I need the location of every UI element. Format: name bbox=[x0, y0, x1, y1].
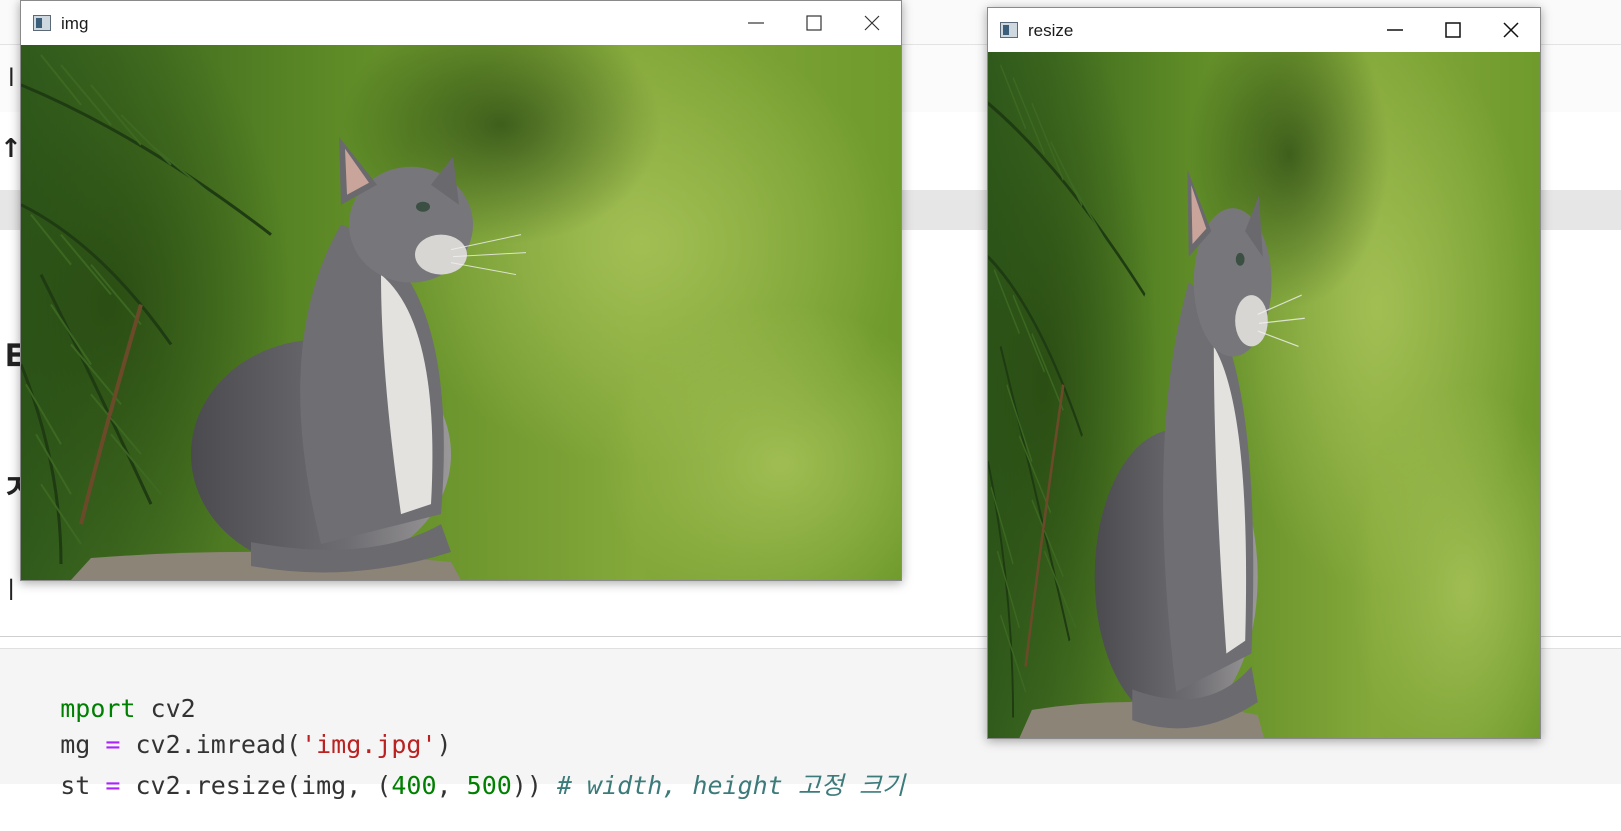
code-text: st bbox=[60, 771, 106, 800]
code-line-3: st = cv2.resize(img, (400, 500)) # width… bbox=[0, 737, 905, 831]
code-number: 500 bbox=[466, 771, 512, 800]
close-button[interactable] bbox=[1482, 8, 1540, 52]
code-text: , bbox=[436, 771, 467, 800]
maximize-button[interactable] bbox=[1424, 8, 1482, 52]
minimize-icon bbox=[748, 22, 764, 24]
img-window-titlebar[interactable]: img bbox=[21, 1, 901, 45]
arrow-up-icon[interactable]: ↑ bbox=[0, 134, 22, 164]
code-comment: # width, height 고정 크기 bbox=[556, 771, 905, 800]
img-window[interactable]: img bbox=[20, 0, 902, 581]
code-text: )) bbox=[511, 771, 557, 800]
bg-text-fragment: l bbox=[8, 64, 15, 92]
minimize-icon bbox=[1387, 29, 1403, 31]
text-fragment: ㅣ bbox=[0, 576, 23, 604]
close-button[interactable] bbox=[843, 1, 901, 45]
img-window-title: img bbox=[61, 14, 89, 33]
code-operator: = bbox=[105, 771, 121, 800]
close-icon bbox=[1503, 22, 1519, 38]
kitten-photo-resized bbox=[988, 52, 1540, 738]
resize-window-titlebar[interactable]: resize bbox=[988, 8, 1540, 52]
code-number: 400 bbox=[391, 771, 437, 800]
close-icon bbox=[864, 15, 880, 31]
kitten-photo bbox=[21, 45, 901, 580]
resize-window[interactable]: resize bbox=[987, 7, 1541, 739]
img-image-view bbox=[21, 45, 901, 580]
resize-image-view bbox=[988, 52, 1540, 738]
minimize-button[interactable] bbox=[727, 1, 785, 45]
opencv-window-icon bbox=[1000, 22, 1018, 38]
maximize-button[interactable] bbox=[785, 1, 843, 45]
resize-window-title: resize bbox=[1028, 21, 1074, 40]
maximize-icon bbox=[806, 15, 822, 31]
minimize-button[interactable] bbox=[1366, 8, 1424, 52]
maximize-icon bbox=[1445, 22, 1461, 38]
opencv-window-icon bbox=[33, 15, 51, 31]
code-text: cv2.resize(img, ( bbox=[120, 771, 392, 800]
